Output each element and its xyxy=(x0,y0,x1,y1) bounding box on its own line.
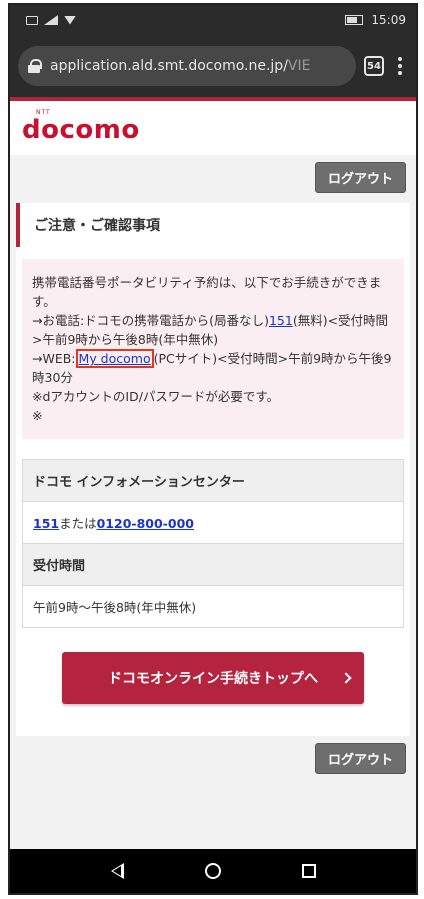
notice-line2-prefix: →お電話:ドコモの携帯電話から(局番なし) xyxy=(32,313,269,328)
url-fade: VIE xyxy=(287,58,311,74)
cta-label: ドコモオンライン手続きトップへ xyxy=(108,671,318,687)
wifi-icon xyxy=(64,15,76,25)
phone-separator: または xyxy=(59,516,97,531)
info-center-phones: 151または0120-800-000 xyxy=(23,502,403,544)
sim-icon xyxy=(26,15,38,25)
bottom-spacer: ログアウト xyxy=(10,736,416,806)
notice-line5: ※ xyxy=(32,408,43,423)
notice-line1: 携帯電話番号ポータビリティ予約は、以下でお手続きができます。 xyxy=(32,275,382,309)
address-bar[interactable]: application.ald.smt.docomo.ne.jp/VIE xyxy=(18,46,356,86)
highlight-box: My docomo xyxy=(75,349,154,368)
browser-menu-icon[interactable] xyxy=(392,57,408,75)
battery-icon xyxy=(345,15,364,25)
phone-0120-link[interactable]: 0120-800-000 xyxy=(97,516,194,531)
info-table: ドコモ インフォメーションセンター 151または0120-800-000 受付時… xyxy=(22,459,404,628)
hours-value: 午前9時〜午後8時(年中無休) xyxy=(23,586,403,627)
logout-button-bottom[interactable]: ログアウト xyxy=(314,742,406,774)
status-bar: 15:09 xyxy=(10,5,416,35)
notice-line4: ※dアカウントのID/パスワードが必要です。 xyxy=(32,389,280,404)
android-nav-bar xyxy=(10,849,416,893)
status-time: 15:09 xyxy=(371,13,406,27)
my-docomo-link[interactable]: My docomo xyxy=(79,351,151,366)
tab-switcher-button[interactable]: 54 xyxy=(364,56,384,76)
phone-frame: 15:09 application.ald.smt.docomo.ne.jp/V… xyxy=(8,3,418,895)
recent-apps-icon[interactable] xyxy=(301,864,316,878)
notice-line3: →WEB: My docomo (PCサイト)<受付時間>午前9時から午後9時30分 xyxy=(32,349,394,387)
status-icons-right: 15:09 xyxy=(345,13,406,27)
docomo-online-top-button[interactable]: ドコモオンライン手続きトップへ xyxy=(62,652,364,704)
signal-icon xyxy=(44,15,58,25)
chevron-right-icon xyxy=(340,672,352,684)
info-center-heading: ドコモ インフォメーションセンター xyxy=(23,460,403,502)
notice-line3-prefix: →WEB: xyxy=(32,351,76,366)
browser-toolbar: application.ald.smt.docomo.ne.jp/VIE 54 xyxy=(10,35,416,97)
home-icon[interactable] xyxy=(204,863,221,879)
site-header: NTT docomo xyxy=(10,97,416,155)
logout-button-top[interactable]: ログアウト xyxy=(314,161,406,193)
docomo-logo[interactable]: docomo xyxy=(22,115,140,145)
logout-row-bottom: ログアウト xyxy=(10,736,416,780)
notice-line2: →お電話:ドコモの携帯電話から(局番なし)151(無料)<受付時間>午前9時から… xyxy=(32,311,394,349)
phone-151-link[interactable]: 151 xyxy=(269,313,293,328)
cta-wrap: ドコモオンライン手続きトップへ xyxy=(22,628,404,724)
section-title: ご注意・ご確認事項 xyxy=(16,203,410,247)
phone-151-info-link[interactable]: 151 xyxy=(33,516,59,531)
hours-heading: 受付時間 xyxy=(23,544,403,586)
url-main: application.ald.smt.docomo.ne.jp/ xyxy=(50,58,288,74)
main-content: 携帯電話番号ポータビリティ予約は、以下でお手続きができます。 →お電話:ドコモの… xyxy=(16,247,410,736)
notice-box: 携帯電話番号ポータビリティ予約は、以下でお手続きができます。 →お電話:ドコモの… xyxy=(22,259,404,439)
lock-icon xyxy=(28,59,42,73)
logout-row-top: ログアウト xyxy=(10,155,416,199)
back-icon[interactable] xyxy=(110,863,124,879)
url-text[interactable]: application.ald.smt.docomo.ne.jp/VIE xyxy=(50,58,310,74)
status-icons-left xyxy=(26,15,76,25)
